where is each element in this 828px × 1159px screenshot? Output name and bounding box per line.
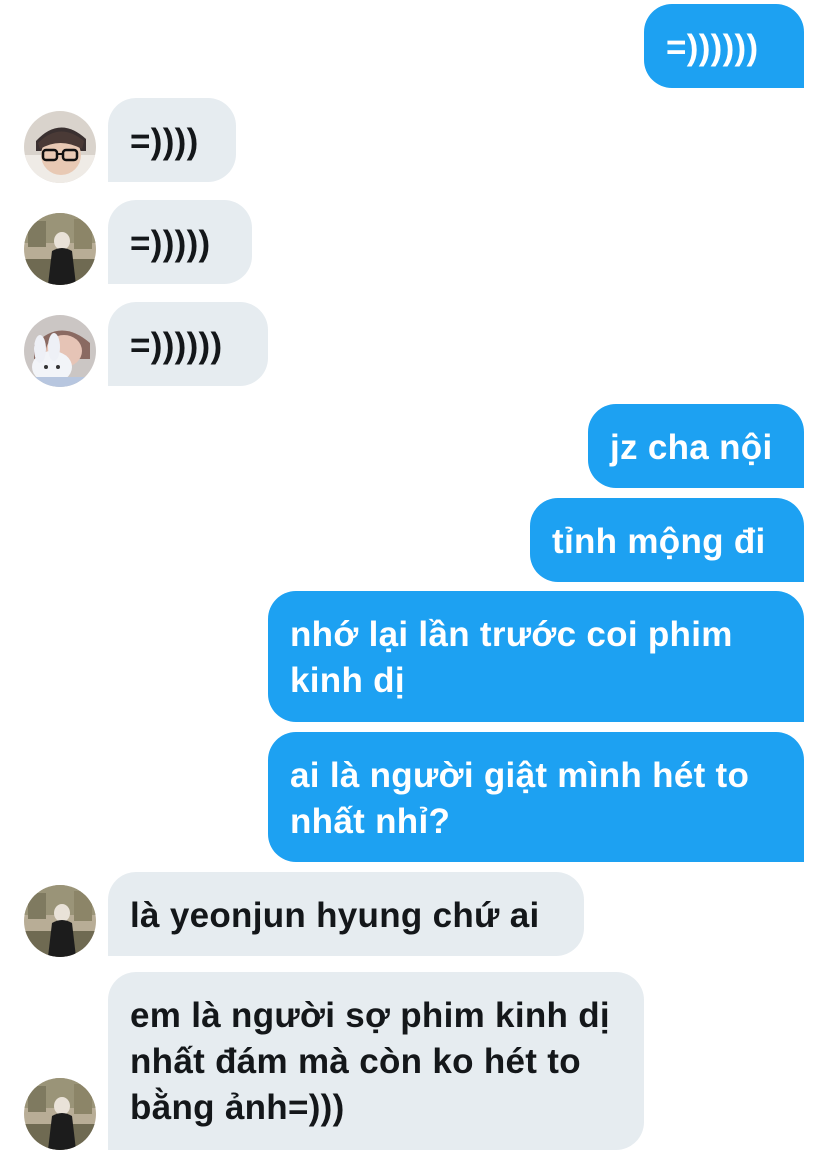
message-bubble-incoming[interactable]: =)))) xyxy=(108,98,236,182)
sender-avatar-garden[interactable] xyxy=(24,885,96,957)
message-bubble-outgoing[interactable]: jz cha nội xyxy=(588,404,804,488)
sender-avatar-garden[interactable] xyxy=(24,213,96,285)
sender-avatar-plush[interactable] xyxy=(24,315,96,387)
message-bubble-outgoing[interactable]: =)))))) xyxy=(644,4,804,88)
message-bubble-incoming[interactable]: =)))))) xyxy=(108,302,268,386)
message-bubble-incoming[interactable]: =))))) xyxy=(108,200,252,284)
message-bubble-incoming[interactable]: là yeonjun hyung chứ ai xyxy=(108,872,584,956)
message-bubble-outgoing[interactable]: nhớ lại lần trước coi phim kinh dị xyxy=(268,591,804,722)
message-bubble-outgoing[interactable]: ai là người giật mình hét to nhất nhỉ? xyxy=(268,732,804,862)
sender-avatar-glasses[interactable] xyxy=(24,111,96,183)
message-bubble-outgoing[interactable]: tỉnh mộng đi xyxy=(530,498,804,582)
sender-avatar-garden[interactable] xyxy=(24,1078,96,1150)
message-bubble-incoming[interactable]: em là người sợ phim kinh dị nhất đám mà … xyxy=(108,972,644,1150)
